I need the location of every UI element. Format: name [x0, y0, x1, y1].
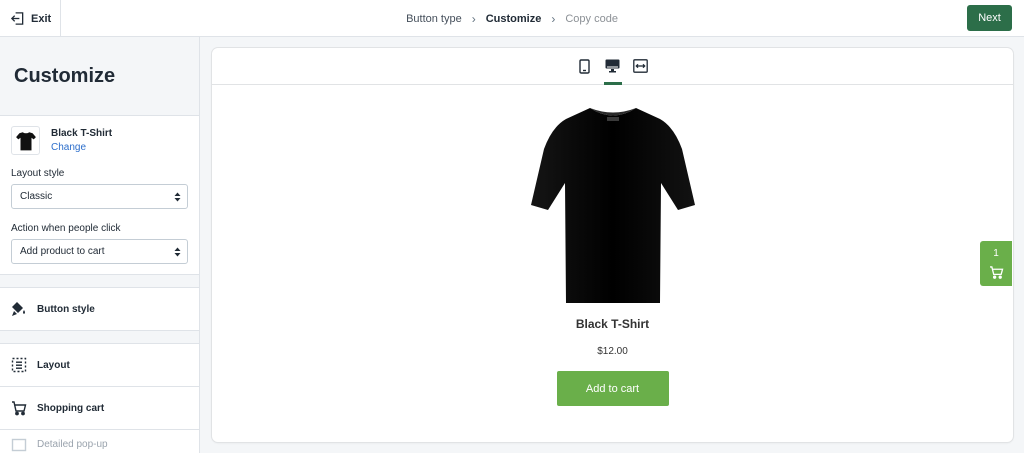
sidebar-item-layout[interactable]: Layout: [0, 344, 199, 387]
product-price: $12.00: [597, 346, 628, 357]
paint-bucket-icon: [12, 302, 25, 316]
section-divider: [0, 331, 199, 344]
exit-button[interactable]: Exit: [0, 0, 61, 37]
step-customize[interactable]: Customize: [486, 13, 542, 25]
product-thumbnail: [11, 126, 40, 155]
layout-style-select[interactable]: Classic: [11, 184, 188, 209]
popup-icon: [11, 438, 27, 451]
step-button-type[interactable]: Button type: [406, 13, 462, 25]
add-to-cart-button[interactable]: Add to cart: [556, 371, 669, 406]
layout-style-label: Layout style: [11, 168, 65, 179]
top-bar: Exit Button type › Customize › Copy code…: [0, 0, 1024, 37]
layout-icon: [11, 357, 27, 373]
sidebar-item-shopping-cart[interactable]: Shopping cart: [0, 387, 199, 430]
click-action-value: Add product to cart: [20, 246, 105, 257]
next-button[interactable]: Next: [967, 5, 1012, 31]
cart-count-badge: 1: [993, 248, 999, 259]
select-arrows-icon: [174, 247, 181, 256]
product-row: Black T-Shirt Change: [11, 126, 188, 155]
sidebar-item-label: Shopping cart: [37, 402, 105, 414]
click-action-label: Action when people click: [11, 223, 121, 234]
preview-panel: Black T-Shirt $12.00 Add to cart: [212, 48, 1013, 442]
product-name: Black T-Shirt: [51, 128, 113, 139]
sidebar-item-label: Detailed pop-up: [37, 439, 108, 450]
chevron-right-icon: ›: [551, 11, 556, 26]
desktop-icon: [605, 59, 620, 73]
sidebar-item-label: Button style: [37, 303, 95, 315]
floating-cart-button[interactable]: 1: [980, 241, 1012, 286]
fullwidth-icon: [633, 59, 648, 73]
exit-icon: [10, 12, 24, 25]
breadcrumb: Button type › Customize › Copy code: [0, 0, 1024, 37]
tshirt-thumbnail-icon: [15, 131, 36, 150]
cart-icon: [989, 266, 1003, 279]
change-product-link[interactable]: Change: [51, 142, 112, 153]
exit-label: Exit: [31, 12, 52, 25]
step-copy-code[interactable]: Copy code: [565, 13, 618, 25]
sidebar-item-button-style[interactable]: Button style: [0, 288, 199, 331]
fullwidth-view-button[interactable]: [633, 58, 649, 74]
cart-icon: [12, 401, 27, 416]
tshirt-image: [530, 108, 695, 303]
section-divider: [0, 275, 199, 288]
chevron-right-icon: ›: [471, 11, 476, 26]
layout-style-value: Classic: [20, 191, 53, 202]
product-title: Black T-Shirt: [575, 317, 650, 331]
sidebar: Customize Black T-Shirt Change Layout st…: [0, 37, 200, 453]
product-settings-card: Black T-Shirt Change Layout style Classi…: [0, 116, 199, 275]
page-title: Customize: [0, 37, 199, 116]
select-arrows-icon: [174, 192, 181, 201]
product-preview: Black T-Shirt $12.00 Add to cart: [212, 86, 1013, 406]
desktop-view-button[interactable]: [603, 58, 622, 85]
sidebar-item-detailed-popup[interactable]: Detailed pop-up: [0, 430, 199, 453]
sidebar-item-label: Layout: [37, 359, 70, 371]
mobile-icon: [579, 58, 590, 74]
device-toggle: [212, 48, 1013, 85]
click-action-select[interactable]: Add product to cart: [11, 239, 188, 264]
mobile-view-button[interactable]: [577, 58, 593, 74]
